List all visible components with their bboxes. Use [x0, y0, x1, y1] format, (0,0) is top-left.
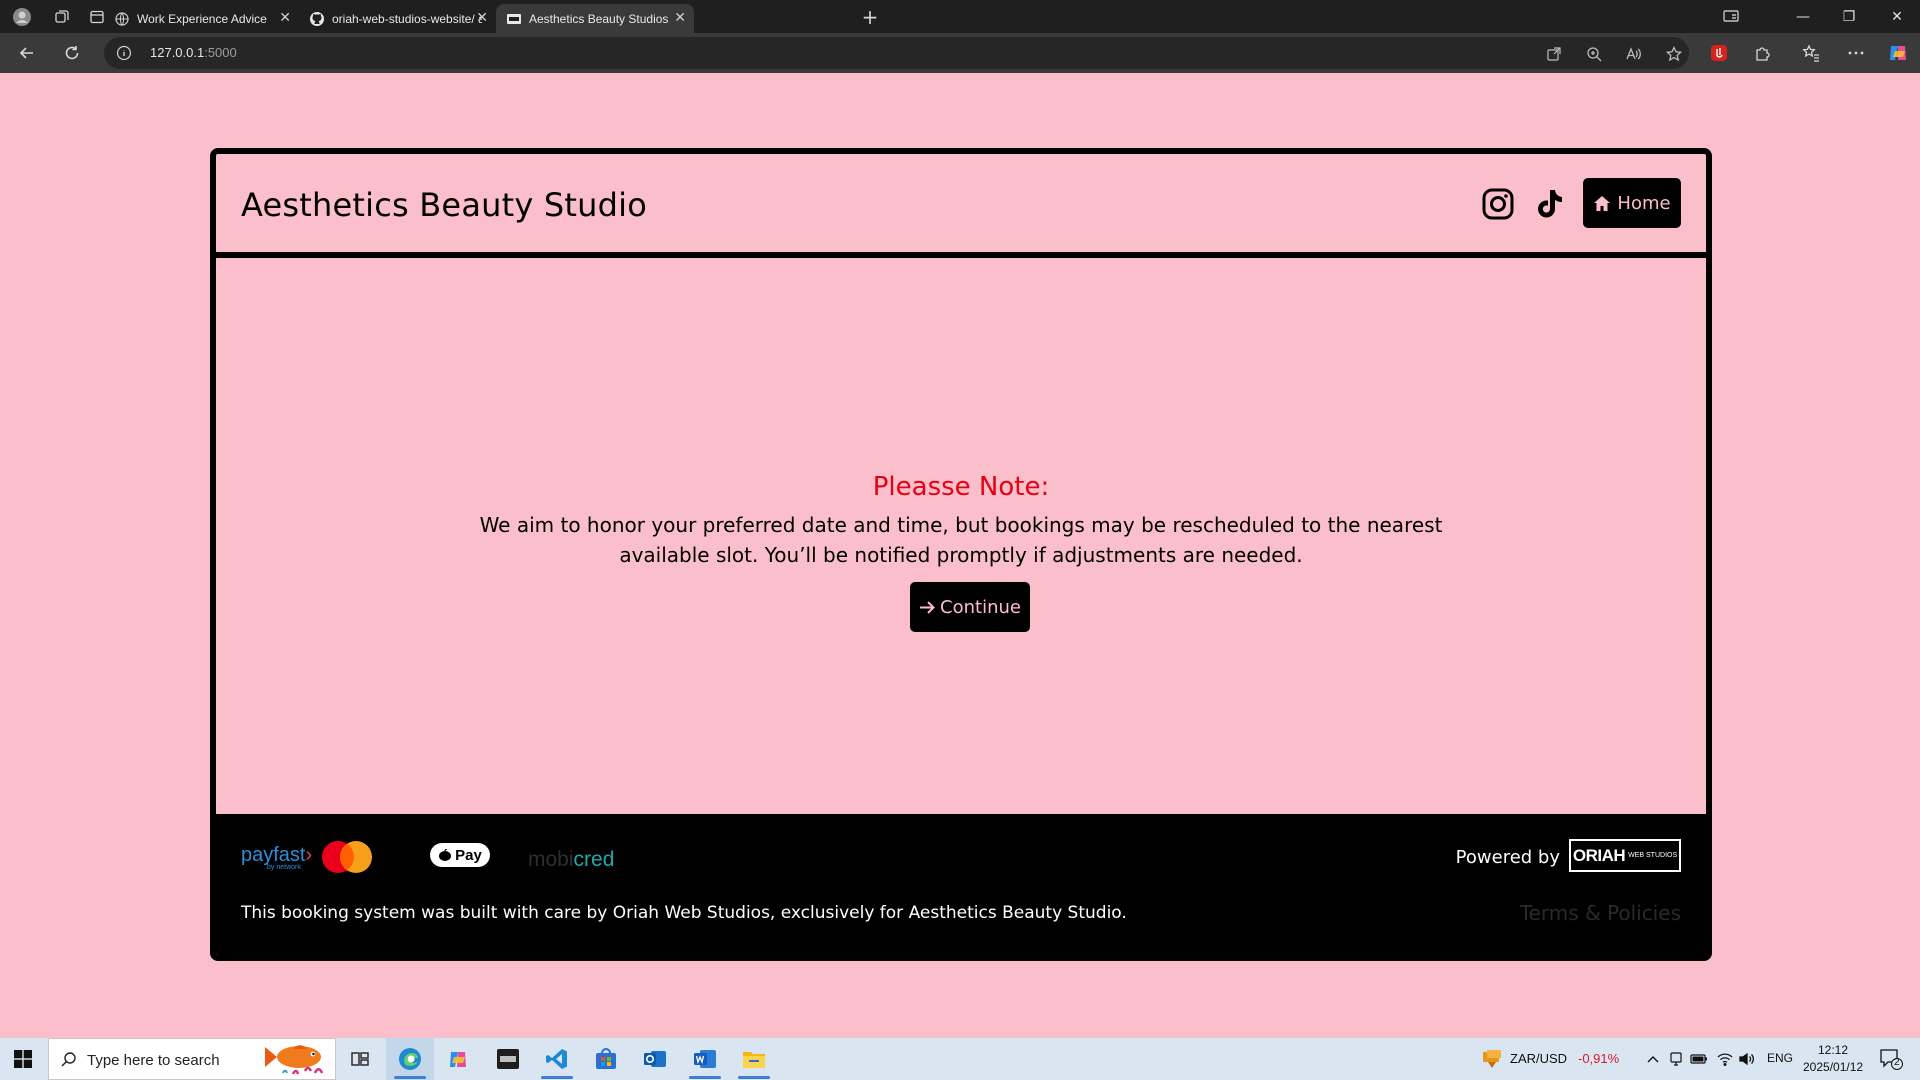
- browser-essentials-icon[interactable]: [1708, 0, 1754, 33]
- close-window-icon[interactable]: ✕: [1874, 0, 1920, 33]
- read-aloud-icon[interactable]: [1624, 45, 1642, 63]
- tab-label: oriah-web-studios-website/ at m: [332, 11, 482, 26]
- site-header: Aesthetics Beauty Studio Home: [216, 154, 1706, 258]
- refresh-icon[interactable]: [58, 39, 86, 67]
- chevron-up-icon[interactable]: [1644, 1050, 1662, 1068]
- search-highlight-fish-icon: [265, 1045, 324, 1075]
- github-icon: [310, 12, 324, 26]
- copilot-app-icon[interactable]: [434, 1038, 482, 1080]
- clock-time[interactable]: 12:12: [1818, 1043, 1848, 1057]
- terminal-app-icon[interactable]: [484, 1038, 532, 1080]
- url-text: 127.0.0.1:5000: [150, 45, 237, 60]
- notice-title: Pleasse Note:: [872, 472, 1050, 502]
- battery-icon[interactable]: [1690, 1050, 1708, 1068]
- notice-text: We aim to honor your preferred date and …: [479, 513, 1443, 567]
- task-view-icon[interactable]: [336, 1038, 384, 1080]
- payfast-logo: payfast› by network: [241, 844, 313, 871]
- windows-icon: [14, 1050, 32, 1068]
- extension-red-icon[interactable]: [1707, 41, 1731, 65]
- extensions-icon[interactable]: [1751, 41, 1775, 65]
- meet-now-icon[interactable]: [1667, 1050, 1685, 1068]
- browser-toolbar: 127.0.0.1:5000: [0, 33, 1920, 73]
- copilot-icon[interactable]: [1886, 41, 1910, 65]
- tab-label: Work Experience Advice: [137, 11, 267, 26]
- continue-button-label: Continue: [940, 596, 1021, 618]
- mobicred-logo: mobicred: [528, 848, 615, 871]
- terms-link[interactable]: Terms & Policies: [1520, 901, 1681, 925]
- home-button-label: Home: [1617, 192, 1671, 214]
- globe-icon: [115, 12, 129, 26]
- close-icon[interactable]: ✕: [476, 9, 488, 26]
- search-placeholder: Type here to search: [87, 1052, 220, 1069]
- oriah-logo[interactable]: ORIAH WEB STUDIOS: [1569, 839, 1681, 872]
- profile-icon[interactable]: [9, 4, 35, 30]
- windows-taskbar: Type here to search ZAR/USD -0,91% ENG 1…: [0, 1038, 1920, 1080]
- active-app-indicator: [394, 1076, 426, 1079]
- close-icon[interactable]: ✕: [674, 9, 686, 26]
- site-title: Aesthetics Beauty Studio: [241, 186, 647, 224]
- volume-icon[interactable]: [1738, 1050, 1756, 1068]
- active-app-indicator: [738, 1076, 770, 1079]
- site-footer: payfast› by network Pay mobicred Powered…: [216, 814, 1706, 955]
- currency-widget-icon[interactable]: [1481, 1048, 1503, 1070]
- browser-tab-bar: Work Experience Advice ✕ oriah-web-studi…: [0, 0, 1920, 33]
- instagram-icon[interactable]: [1481, 187, 1515, 221]
- file-explorer-app-icon[interactable]: [730, 1038, 778, 1080]
- arrow-right-icon: [920, 600, 935, 614]
- favorite-star-icon[interactable]: [1665, 45, 1683, 63]
- tab-work-experience[interactable]: Work Experience Advice ✕: [104, 4, 299, 33]
- apple-pay-logo: Pay: [430, 843, 490, 867]
- site-favicon: [507, 14, 521, 24]
- start-button[interactable]: [0, 1038, 46, 1080]
- tab-label: Aesthetics Beauty Studios: [529, 11, 669, 26]
- currency-change: -0,91%: [1578, 1051, 1620, 1066]
- search-icon: [61, 1052, 76, 1067]
- store-app-icon[interactable]: [582, 1038, 630, 1080]
- address-bar[interactable]: 127.0.0.1:5000: [104, 37, 1689, 69]
- word-app-icon[interactable]: [681, 1038, 729, 1080]
- zoom-icon[interactable]: [1585, 45, 1603, 63]
- open-in-app-icon[interactable]: [1545, 45, 1563, 63]
- info-icon[interactable]: [116, 45, 132, 61]
- currency-pair: ZAR/USD: [1510, 1051, 1568, 1066]
- home-icon: [1594, 195, 1611, 211]
- favorites-icon[interactable]: [1799, 41, 1823, 65]
- outlook-app-icon[interactable]: [631, 1038, 679, 1080]
- tab-github[interactable]: oriah-web-studios-website/ at m ✕: [299, 4, 496, 33]
- notifications-icon[interactable]: 2: [1879, 1048, 1903, 1070]
- active-app-indicator: [541, 1076, 573, 1079]
- taskbar-search-input[interactable]: Type here to search: [48, 1038, 336, 1080]
- booking-card: Aesthetics Beauty Studio Home Pleasse No…: [210, 148, 1712, 961]
- apple-icon: [439, 849, 452, 861]
- home-button[interactable]: Home: [1583, 178, 1681, 228]
- powered-by-label: Powered by: [1455, 847, 1560, 868]
- tab-aesthetics[interactable]: Aesthetics Beauty Studios ✕: [496, 4, 694, 33]
- vscode-app-icon[interactable]: [533, 1038, 581, 1080]
- mastercard-logo: [322, 841, 372, 873]
- back-icon[interactable]: [13, 39, 41, 67]
- page-viewport: Aesthetics Beauty Studio Home Pleasse No…: [5, 73, 1916, 1036]
- language-indicator[interactable]: ENG: [1767, 1051, 1793, 1065]
- close-icon[interactable]: ✕: [279, 9, 291, 26]
- tiktok-icon[interactable]: [1532, 187, 1566, 221]
- restore-icon[interactable]: ❐: [1826, 0, 1872, 33]
- continue-button[interactable]: Continue: [910, 582, 1030, 632]
- active-app-indicator: [689, 1076, 721, 1079]
- notice-section: Pleasse Note: We aim to honor your prefe…: [216, 472, 1706, 570]
- clock-date[interactable]: 2025/01/12: [1803, 1060, 1863, 1074]
- edge-app-icon[interactable]: [386, 1038, 434, 1080]
- minimize-icon[interactable]: —: [1780, 0, 1826, 33]
- more-options-icon[interactable]: [1844, 41, 1868, 65]
- workspaces-icon[interactable]: [49, 4, 75, 30]
- footer-credit-text: This booking system was built with care …: [241, 903, 1127, 923]
- wifi-icon[interactable]: [1716, 1050, 1734, 1068]
- notification-count: 2: [1894, 1057, 1900, 1068]
- new-tab-icon[interactable]: +: [857, 4, 883, 30]
